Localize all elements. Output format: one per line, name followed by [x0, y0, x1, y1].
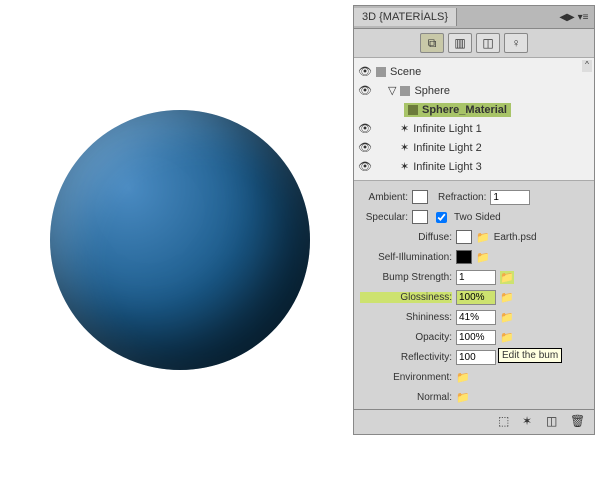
- light-new-icon[interactable]: ✶: [522, 414, 540, 430]
- filter-bar: ⧉ ▥ ◫ ♀: [354, 29, 594, 58]
- folder-icon[interactable]: 📁: [500, 291, 514, 304]
- tree-row-light[interactable]: 👁 ✶ Infinite Light 1: [358, 119, 590, 138]
- material-icon: [408, 105, 418, 115]
- tree-label-selected: Sphere_Material: [422, 104, 507, 116]
- eye-icon[interactable]: 👁: [358, 122, 372, 135]
- tree-row-scene[interactable]: 👁 Scene: [358, 62, 590, 81]
- collapse-icon[interactable]: ◀▶: [560, 10, 574, 24]
- opacity-input[interactable]: [456, 330, 496, 345]
- tree-label: Scene: [390, 66, 421, 78]
- folder-icon[interactable]: 📁: [500, 311, 514, 324]
- panel-title-tab[interactable]: 3D {MATERİALS}: [354, 8, 457, 26]
- eye-icon[interactable]: 👁: [358, 160, 372, 173]
- gloss-label: Glossiness:: [360, 292, 452, 303]
- selfillum-swatch[interactable]: [456, 250, 472, 264]
- scroll-up-icon[interactable]: ^: [582, 60, 592, 72]
- 3d-materials-panel: 3D {MATERİALS} ◀▶ ▾≡ ⧉ ▥ ◫ ♀ ^ 👁 Scene 👁 ▽…: [353, 5, 595, 435]
- tooltip: Edit the bum: [498, 348, 562, 363]
- bump-input[interactable]: [456, 270, 496, 285]
- twosided-checkbox[interactable]: [436, 212, 447, 223]
- eye-icon[interactable]: 👁: [358, 141, 372, 154]
- specular-swatch[interactable]: [412, 210, 428, 224]
- env-label: Environment:: [360, 372, 452, 383]
- light-icon: ✶: [400, 122, 409, 135]
- normal-label: Normal:: [360, 392, 452, 403]
- tree-label: Infinite Light 2: [413, 142, 482, 154]
- refraction-label: Refraction:: [438, 192, 486, 203]
- reflect-input[interactable]: [456, 350, 496, 365]
- ambient-swatch[interactable]: [412, 190, 428, 204]
- tree-label: Sphere: [414, 85, 449, 97]
- tree-row-sphere[interactable]: 👁 ▽ Sphere: [358, 81, 590, 100]
- selfillum-label: Self-Illumination:: [360, 252, 452, 263]
- scene-icon: [376, 67, 386, 77]
- earth-preview: [50, 110, 310, 370]
- toggle-icon[interactable]: ⬚: [498, 414, 516, 430]
- diffuse-file: Earth.psd: [494, 232, 537, 243]
- properties: Ambient: Refraction: Specular: Two Sided D…: [354, 181, 594, 409]
- diffuse-swatch[interactable]: [456, 230, 472, 244]
- filter-material-icon[interactable]: ◫: [476, 33, 500, 53]
- shine-label: Shininess:: [360, 312, 452, 323]
- refraction-input[interactable]: [490, 190, 530, 205]
- eye-icon[interactable]: 👁: [358, 65, 372, 78]
- folder-icon[interactable]: 📁: [476, 231, 490, 244]
- light-icon: ✶: [400, 160, 409, 173]
- new-icon[interactable]: ◫: [546, 414, 564, 430]
- footer-bar: ⬚ ✶ ◫ 🗑: [354, 409, 594, 434]
- tree-row-light[interactable]: 👁 ✶ Infinite Light 2: [358, 138, 590, 157]
- filter-scene-icon[interactable]: ⧉: [420, 33, 444, 53]
- folder-icon[interactable]: 📁: [456, 371, 470, 384]
- folder-icon[interactable]: 📁: [500, 271, 514, 284]
- specular-label: Specular:: [360, 212, 408, 223]
- filter-light-icon[interactable]: ♀: [504, 33, 528, 53]
- diffuse-label: Diffuse:: [360, 232, 452, 243]
- twosided-label: Two Sided: [454, 212, 501, 223]
- panel-tabbar: 3D {MATERİALS} ◀▶ ▾≡: [354, 6, 594, 29]
- folder-icon[interactable]: 📁: [456, 391, 470, 404]
- tree-label: Infinite Light 3: [413, 161, 482, 173]
- opacity-label: Opacity:: [360, 332, 452, 343]
- delete-icon[interactable]: 🗑: [570, 414, 588, 430]
- gloss-input[interactable]: [456, 290, 496, 305]
- shine-input[interactable]: [456, 310, 496, 325]
- bump-label: Bump Strength:: [360, 272, 452, 283]
- reflect-label: Reflectivity:: [360, 352, 452, 363]
- folder-icon[interactable]: 📁: [476, 251, 490, 264]
- eye-icon[interactable]: 👁: [358, 84, 372, 97]
- menu-icon[interactable]: ▾≡: [576, 10, 590, 24]
- mesh-icon: [400, 86, 410, 96]
- light-icon: ✶: [400, 141, 409, 154]
- tree-row-material[interactable]: Sphere_Material: [358, 100, 590, 119]
- tree-label: Infinite Light 1: [413, 123, 482, 135]
- scene-tree: ^ 👁 Scene 👁 ▽ Sphere Sphere_Material 👁 ✶ Infi…: [354, 58, 594, 181]
- folder-icon[interactable]: 📁: [500, 331, 514, 344]
- disclosure-icon[interactable]: ▽: [388, 84, 396, 97]
- tree-row-light[interactable]: 👁 ✶ Infinite Light 3: [358, 157, 590, 176]
- ambient-label: Ambient:: [360, 192, 408, 203]
- filter-mesh-icon[interactable]: ▥: [448, 33, 472, 53]
